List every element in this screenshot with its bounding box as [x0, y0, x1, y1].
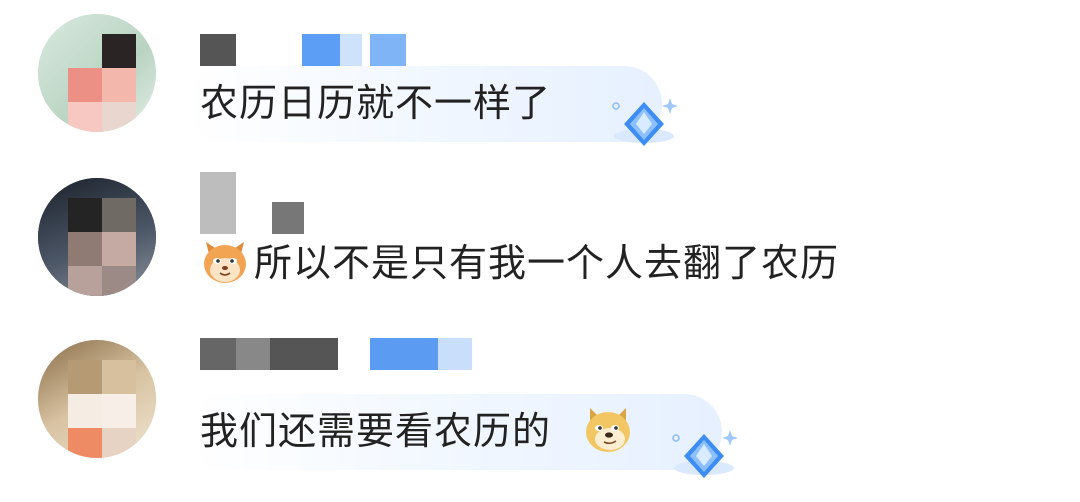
- username-redacted[interactable]: [200, 34, 420, 66]
- comment-item[interactable]: 农历日历就不一样了: [0, 0, 1080, 160]
- username-redacted[interactable]: [200, 172, 310, 234]
- doge-face-emoji: [582, 404, 634, 456]
- comment-text: 农历日历就不一样了: [200, 81, 552, 125]
- avatar[interactable]: [38, 178, 156, 296]
- avatar[interactable]: [38, 14, 156, 132]
- diamond-badge-icon: [668, 426, 738, 486]
- comment-item[interactable]: 我们还需要看农历的: [0, 330, 1080, 502]
- avatar[interactable]: [38, 340, 156, 458]
- cat-face-emoji: [200, 236, 250, 286]
- diamond-badge-icon: [608, 94, 678, 154]
- comment-text: 我们还需要看农历的: [200, 409, 552, 453]
- username-redacted[interactable]: [200, 338, 480, 370]
- comment-text: 所以不是只有我一个人去翻了农历: [254, 241, 840, 285]
- comment-item[interactable]: 所以不是只有我一个人去翻了农历: [0, 160, 1080, 330]
